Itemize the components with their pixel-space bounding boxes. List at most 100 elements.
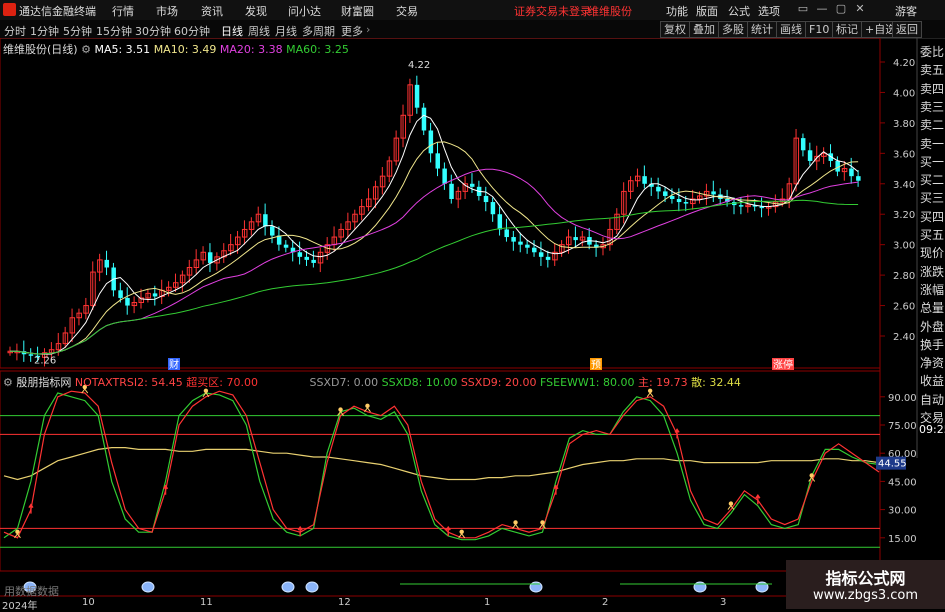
- tf-1min[interactable]: 1分钟: [30, 23, 59, 39]
- quote-panel-item[interactable]: 卖二: [919, 117, 945, 133]
- clock-label: 09:25: [919, 423, 945, 436]
- quote-panel-item[interactable]: 涨幅: [919, 282, 945, 298]
- quote-panel-item[interactable]: 总量: [919, 300, 945, 316]
- ind-red-line: [3, 390, 880, 539]
- quote-panel-item[interactable]: 涨跌: [919, 264, 945, 280]
- ma5-label: MA5: 3.51: [94, 43, 151, 56]
- menu-discover[interactable]: 发现: [245, 3, 267, 19]
- close-icon[interactable]: ✕: [853, 2, 867, 16]
- account-name: 维维股份: [588, 5, 632, 18]
- quote-panel-item[interactable]: 换手: [919, 337, 945, 353]
- candle-body-down: [669, 195, 675, 199]
- signal-dot-icon: [281, 581, 295, 593]
- tf-weekly[interactable]: 周线: [248, 23, 270, 39]
- ma5-line: [10, 114, 859, 355]
- quote-panel-item[interactable]: 净资: [919, 355, 945, 371]
- quote-panel-item[interactable]: 买四: [919, 209, 945, 225]
- tf-60min[interactable]: 60分钟: [174, 23, 210, 39]
- quote-panel-item[interactable]: 卖四: [919, 81, 945, 97]
- menu-trade[interactable]: 交易: [396, 3, 418, 19]
- quote-panel-item[interactable]: 卖一: [919, 136, 945, 152]
- menu-news[interactable]: 资讯: [201, 3, 223, 19]
- stock-label: 维维股份(日线): [3, 43, 78, 56]
- quote-panel-item[interactable]: 收益: [919, 373, 945, 389]
- back-button[interactable]: 返回: [892, 21, 922, 38]
- guest-label[interactable]: 游客: [895, 3, 917, 19]
- ind-tick-label: 15.00: [888, 534, 917, 545]
- ind-tick-label: 75.00: [888, 421, 917, 432]
- draw-line-button[interactable]: 画线: [776, 21, 806, 38]
- menu-layout[interactable]: 版面: [696, 3, 718, 19]
- candle-body-down: [711, 191, 716, 195]
- settings-icon[interactable]: ⚙: [3, 376, 13, 389]
- quote-panel-item[interactable]: 买一: [919, 154, 945, 170]
- mark-button[interactable]: 标记: [832, 21, 862, 38]
- tf-monthly[interactable]: 月线: [275, 23, 297, 39]
- minimize-tray-icon[interactable]: ▭: [796, 2, 810, 16]
- menu-quote[interactable]: 行情: [112, 3, 134, 19]
- settings-icon[interactable]: ⚙: [81, 43, 91, 56]
- menu-function[interactable]: 功能: [666, 3, 688, 19]
- date-label: 11: [200, 597, 213, 608]
- ind-val-4: SSXD9: 20.00: [460, 376, 537, 389]
- app-title: 通达信金融终端: [19, 5, 96, 18]
- candle-body-down: [807, 150, 813, 161]
- quote-panel-item[interactable]: 委比: [919, 44, 945, 60]
- overlay-button[interactable]: 叠加: [689, 21, 719, 38]
- candle-body-down: [511, 237, 516, 242]
- ind-val-6: 主: 19.73: [637, 376, 688, 389]
- toolbar: 分时 1分钟 5分钟 15分钟 30分钟 60分钟 日线 周线 月线 多周期 更…: [0, 20, 945, 39]
- quote-panel-item[interactable]: 现价: [919, 245, 945, 261]
- minimize-icon[interactable]: —: [815, 2, 829, 16]
- candle-body-down: [518, 241, 523, 245]
- candle-body-down: [435, 153, 440, 169]
- menu-formula[interactable]: 公式: [728, 3, 750, 19]
- tf-multi[interactable]: 多周期: [302, 23, 335, 39]
- stats-button[interactable]: 统计: [747, 21, 777, 38]
- watermark-url: www.zbgs3.com: [812, 588, 919, 603]
- tf-5min[interactable]: 5分钟: [63, 23, 92, 39]
- watermark: 指标公式网 www.zbgs3.com: [786, 560, 945, 609]
- menu-wealth[interactable]: 财富圈: [341, 3, 374, 19]
- tf-daily[interactable]: 日线: [221, 23, 243, 39]
- menu-market[interactable]: 市场: [156, 3, 178, 19]
- candle-body-down: [104, 259, 110, 268]
- ma60-label: MA60: 3.25: [286, 43, 349, 56]
- menu-options[interactable]: 选项: [758, 3, 780, 19]
- date-label: 1: [484, 597, 491, 608]
- chart-canvas[interactable]: 4.20 4.00 3.80 3.60 3.40 3.20 3.00 2.80 2.60 2.40…: [0, 38, 945, 609]
- date-label: 2: [602, 597, 609, 608]
- price-tick-label: 2.60: [893, 302, 915, 313]
- quote-panel-item[interactable]: 买五: [919, 227, 945, 243]
- tf-15min[interactable]: 15分钟: [96, 23, 132, 39]
- candle-body-down: [738, 205, 744, 207]
- quote-panel-item[interactable]: 卖五: [919, 62, 945, 78]
- high-price-label: 4.22: [408, 60, 430, 71]
- tf-more[interactable]: 更多: [341, 23, 363, 39]
- ind-val-0: NOTAXTRSI2: 54.45: [74, 376, 183, 389]
- tf-intraday[interactable]: 分时: [4, 23, 26, 39]
- ind-tick-label: 30.00: [888, 506, 917, 517]
- adjust-button[interactable]: 复权: [660, 21, 690, 38]
- ma20-line: [10, 168, 859, 355]
- quote-panel-item[interactable]: 外盘: [919, 319, 945, 335]
- tf-30min[interactable]: 30分钟: [135, 23, 171, 39]
- maximize-icon[interactable]: ▢: [834, 2, 848, 16]
- candle-body-down: [449, 183, 454, 199]
- quote-panel-item[interactable]: 自动: [919, 392, 945, 408]
- login-warning[interactable]: 证券交易未登录: [514, 3, 591, 19]
- quote-panel-item[interactable]: 买三: [919, 190, 945, 206]
- quote-panel-item[interactable]: 买二: [919, 172, 945, 188]
- f10-button[interactable]: F10: [805, 21, 834, 38]
- menu-ask[interactable]: 问小达: [288, 3, 321, 19]
- quote-panel-item[interactable]: 卖三: [919, 99, 945, 115]
- candle-body-down: [311, 259, 316, 263]
- price-tick-label: 2.80: [893, 271, 915, 282]
- date-label: 3: [720, 597, 727, 608]
- candle-body-down: [525, 244, 530, 248]
- multi-stock-button[interactable]: 多股: [718, 21, 748, 38]
- chevron-right-icon[interactable]: ›: [366, 23, 370, 36]
- event-marker-label: 涨停: [773, 358, 793, 371]
- candle-body-down: [469, 183, 475, 187]
- ind-tick-label: 45.00: [888, 477, 917, 488]
